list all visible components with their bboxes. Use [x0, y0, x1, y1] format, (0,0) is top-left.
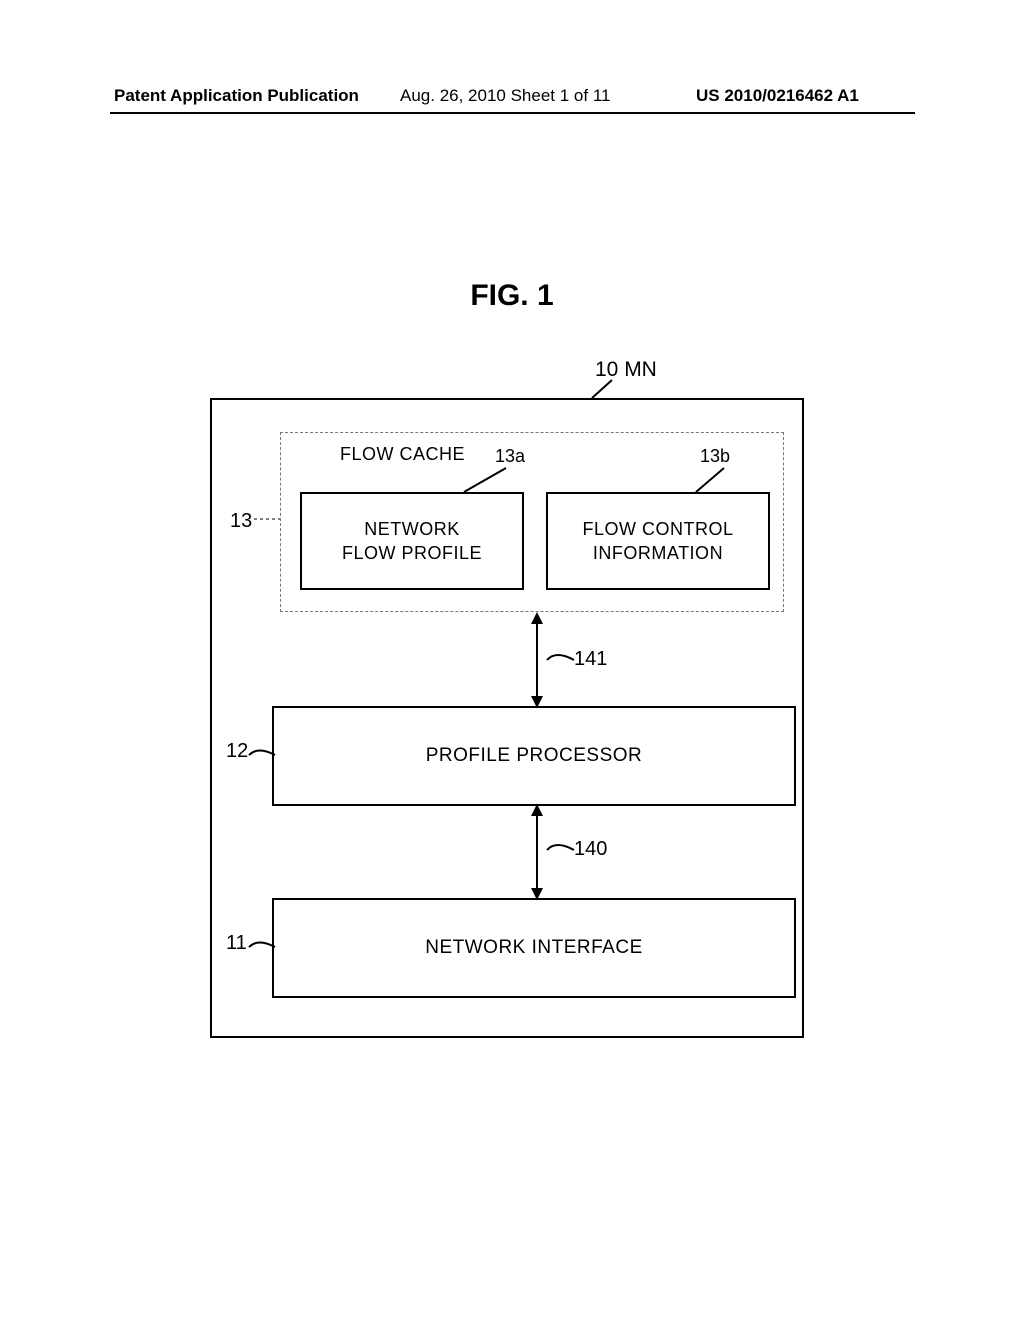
box-flow-control-information: FLOW CONTROL INFORMATION [546, 492, 770, 590]
pointer-13 [254, 518, 280, 520]
header-left: Patent Application Publication [114, 86, 359, 106]
header-rule [110, 112, 915, 114]
label-11: 11 [226, 932, 247, 955]
flow-cache-label: FLOW CACHE [340, 444, 465, 465]
label-140: 140 [574, 838, 607, 861]
box-profile-processor: PROFILE PROCESSOR [272, 706, 796, 806]
box-network-flow-profile: NETWORK FLOW PROFILE [300, 492, 524, 590]
box-nfp-text: NETWORK FLOW PROFILE [342, 517, 482, 566]
label-13b: 13b [700, 446, 730, 467]
box-network-interface: NETWORK INTERFACE [272, 898, 796, 998]
header-right: US 2010/0216462 A1 [696, 86, 859, 106]
header-center: Aug. 26, 2010 Sheet 1 of 11 [400, 86, 610, 106]
figure-title: FIG. 1 [0, 279, 1024, 313]
box-ni-text: NETWORK INTERFACE [425, 937, 643, 959]
box-fci-text: FLOW CONTROL INFORMATION [582, 517, 733, 566]
label-13: 13 [230, 510, 252, 533]
label-10-mn: 10 MN [595, 358, 657, 382]
label-12: 12 [226, 740, 248, 763]
box-pp-text: PROFILE PROCESSOR [426, 745, 643, 767]
label-141: 141 [574, 648, 607, 671]
label-13a: 13a [495, 446, 525, 467]
